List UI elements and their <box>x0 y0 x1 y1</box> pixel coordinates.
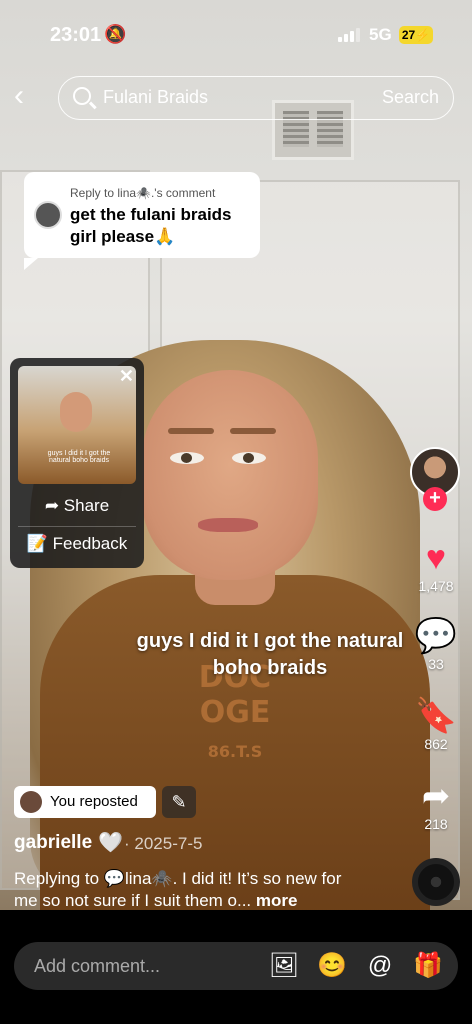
bell-off-icon: 🔕 <box>104 24 127 44</box>
mention-icon[interactable]: @ <box>364 950 396 982</box>
face <box>142 370 318 580</box>
save-count: 862 <box>424 736 448 752</box>
signal-icon <box>338 28 360 42</box>
avatar <box>34 201 62 229</box>
share-button-rail[interactable]: ➦ 218 <box>410 776 462 832</box>
share-button[interactable]: ➦ Share <box>10 496 144 516</box>
avatar <box>20 791 42 813</box>
bookmark-button[interactable]: 🔖 862 <box>410 696 462 752</box>
repost-label: You reposted <box>50 793 138 810</box>
like-button[interactable]: ♥ 1,478 <box>410 538 462 594</box>
network-type: 5G <box>369 25 392 44</box>
repost-chip[interactable]: You reposted <box>14 786 156 818</box>
clock: 23:01 <box>50 24 102 46</box>
reply-header: Reply to lina🕷️.'s comment <box>70 186 216 200</box>
reply-text: get the fulani braids girl please🙏 <box>70 205 232 246</box>
more-link[interactable]: more <box>256 891 298 910</box>
share-count: 218 <box>424 816 448 832</box>
feedback-icon: 📝 <box>26 534 48 553</box>
bottom-bar: Add comment... 🖼 😊 @ 🎁 <box>0 910 472 1024</box>
search-input[interactable]: Fulani Braids <box>103 87 208 108</box>
search-bar[interactable]: Fulani Braids Search <box>58 76 454 120</box>
share-arrow-icon: ➦ <box>44 496 60 515</box>
image-icon[interactable]: 🖼 <box>268 950 300 982</box>
search-button[interactable]: Search <box>382 87 439 108</box>
thumbnail-caption: guys I did it I got the natural boho bra… <box>47 450 111 464</box>
gift-icon[interactable]: 🎁 <box>412 950 444 982</box>
post-description[interactable]: Replying to 💬lina🕷️. I did it! It’s so n… <box>14 868 364 912</box>
share-popup: guys I did it I got the natural boho bra… <box>10 358 144 568</box>
feedback-button[interactable]: 📝 Feedback <box>10 534 144 554</box>
like-count: 1,478 <box>418 578 454 594</box>
comment-box[interactable]: Add comment... 🖼 😊 @ 🎁 <box>14 942 458 990</box>
battery-icon: 27⚡ <box>399 26 433 44</box>
follow-button[interactable]: + <box>423 487 447 511</box>
heart-icon: ♥ <box>425 539 447 577</box>
music-disc[interactable] <box>412 858 460 906</box>
comment-input[interactable]: Add comment... <box>34 956 160 977</box>
back-icon[interactable]: ‹ <box>14 81 42 112</box>
emoji-icon[interactable]: 😊 <box>316 950 348 982</box>
reply-comment-sticker[interactable]: Reply to lina🕷️.'s comment get the fulan… <box>24 172 260 270</box>
share-icon: ➦ <box>421 777 451 815</box>
white-heart-icon: 🤍 <box>98 832 123 854</box>
bookmark-icon: 🔖 <box>414 697 458 735</box>
edit-icon[interactable]: ✎ <box>162 786 196 818</box>
close-icon[interactable]: ✕ <box>119 366 134 387</box>
author-name[interactable]: gabrielle <box>14 832 92 854</box>
video-caption: guys I did it I got the natural boho bra… <box>136 630 404 679</box>
search-icon <box>73 87 91 105</box>
status-bar: 23:01 🔕 5G 27⚡ <box>0 0 472 62</box>
post-date: · 2025-7-5 <box>124 834 203 853</box>
